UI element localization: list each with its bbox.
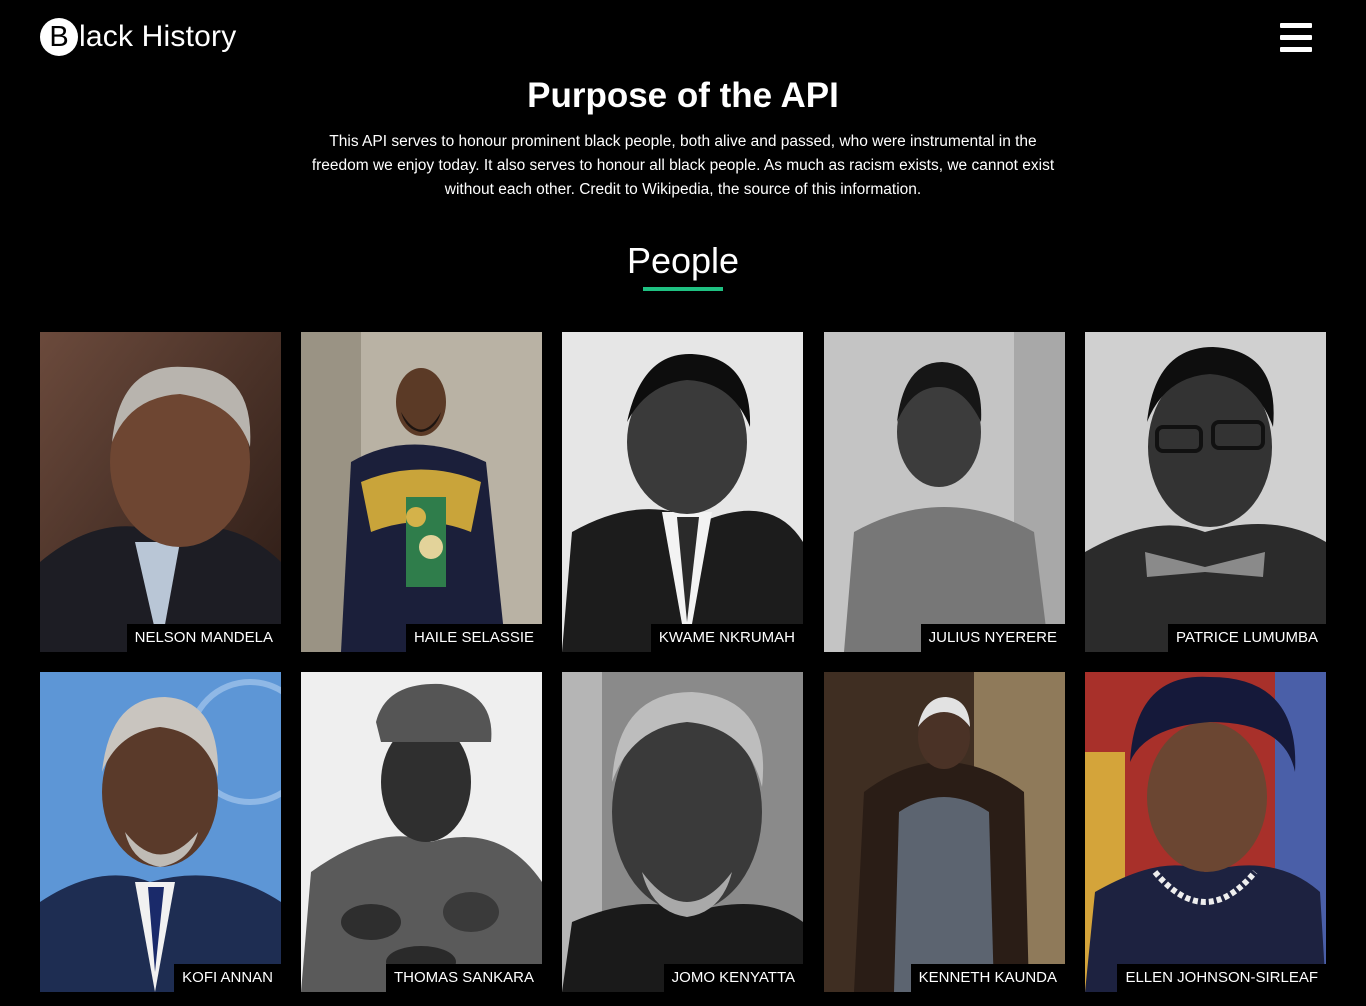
person-card-kenneth-kaunda[interactable]: KENNETH KAUNDA xyxy=(824,672,1065,992)
person-card-julius-nyerere[interactable]: JULIUS NYERERE xyxy=(824,332,1065,652)
person-card-thomas-sankara[interactable]: THOMAS SANKARA xyxy=(301,672,542,992)
people-heading: People xyxy=(626,240,740,281)
person-photo xyxy=(40,332,281,652)
logo-link[interactable]: B lack History xyxy=(40,18,236,56)
heading-underline xyxy=(643,287,723,291)
person-card-jomo-kenyatta[interactable]: JOMO KENYATTA xyxy=(562,672,803,992)
person-card-kofi-annan[interactable]: KOFI ANNAN xyxy=(40,672,281,992)
person-card-nelson-mandela[interactable]: NELSON MANDELA xyxy=(40,332,281,652)
person-name: KWAME NKRUMAH xyxy=(650,624,803,652)
person-photo xyxy=(824,672,1065,992)
person-name: ELLEN JOHNSON-SIRLEAF xyxy=(1117,964,1326,992)
person-photo xyxy=(1085,332,1326,652)
person-name: HAILE SELASSIE xyxy=(405,624,542,652)
menu-bar xyxy=(1280,35,1312,40)
person-card-patrice-lumumba[interactable]: PATRICE LUMUMBA xyxy=(1085,332,1326,652)
person-photo xyxy=(301,672,542,992)
logo-badge: B xyxy=(40,18,78,56)
person-name: JULIUS NYERERE xyxy=(920,624,1065,652)
person-card-ellen-johnson-sirleaf[interactable]: ELLEN JOHNSON-SIRLEAF xyxy=(1085,672,1326,992)
person-photo xyxy=(562,672,803,992)
person-name: KENNETH KAUNDA xyxy=(910,964,1065,992)
page: B lack History Purpose of the API This A… xyxy=(0,0,1366,1006)
person-photo xyxy=(40,672,281,992)
hamburger-menu-icon[interactable] xyxy=(1280,23,1312,53)
menu-bar xyxy=(1280,23,1312,28)
person-photo xyxy=(562,332,803,652)
purpose-description: This API serves to honour prominent blac… xyxy=(311,133,1055,198)
person-name: THOMAS SANKARA xyxy=(385,964,542,992)
logo-text: lack History xyxy=(79,20,237,53)
person-photo xyxy=(1085,672,1326,992)
person-card-haile-selassie[interactable]: HAILE SELASSIE xyxy=(301,332,542,652)
menu-bar xyxy=(1280,47,1312,52)
person-card-kwame-nkrumah[interactable]: KWAME NKRUMAH xyxy=(562,332,803,652)
person-name: JOMO KENYATTA xyxy=(663,964,803,992)
person-name: NELSON MANDELA xyxy=(126,624,281,652)
person-photo xyxy=(301,332,542,652)
person-name: KOFI ANNAN xyxy=(174,964,281,992)
person-name: PATRICE LUMUMBA xyxy=(1168,624,1326,652)
purpose-title: Purpose of the API xyxy=(527,76,839,115)
person-photo xyxy=(824,332,1065,652)
